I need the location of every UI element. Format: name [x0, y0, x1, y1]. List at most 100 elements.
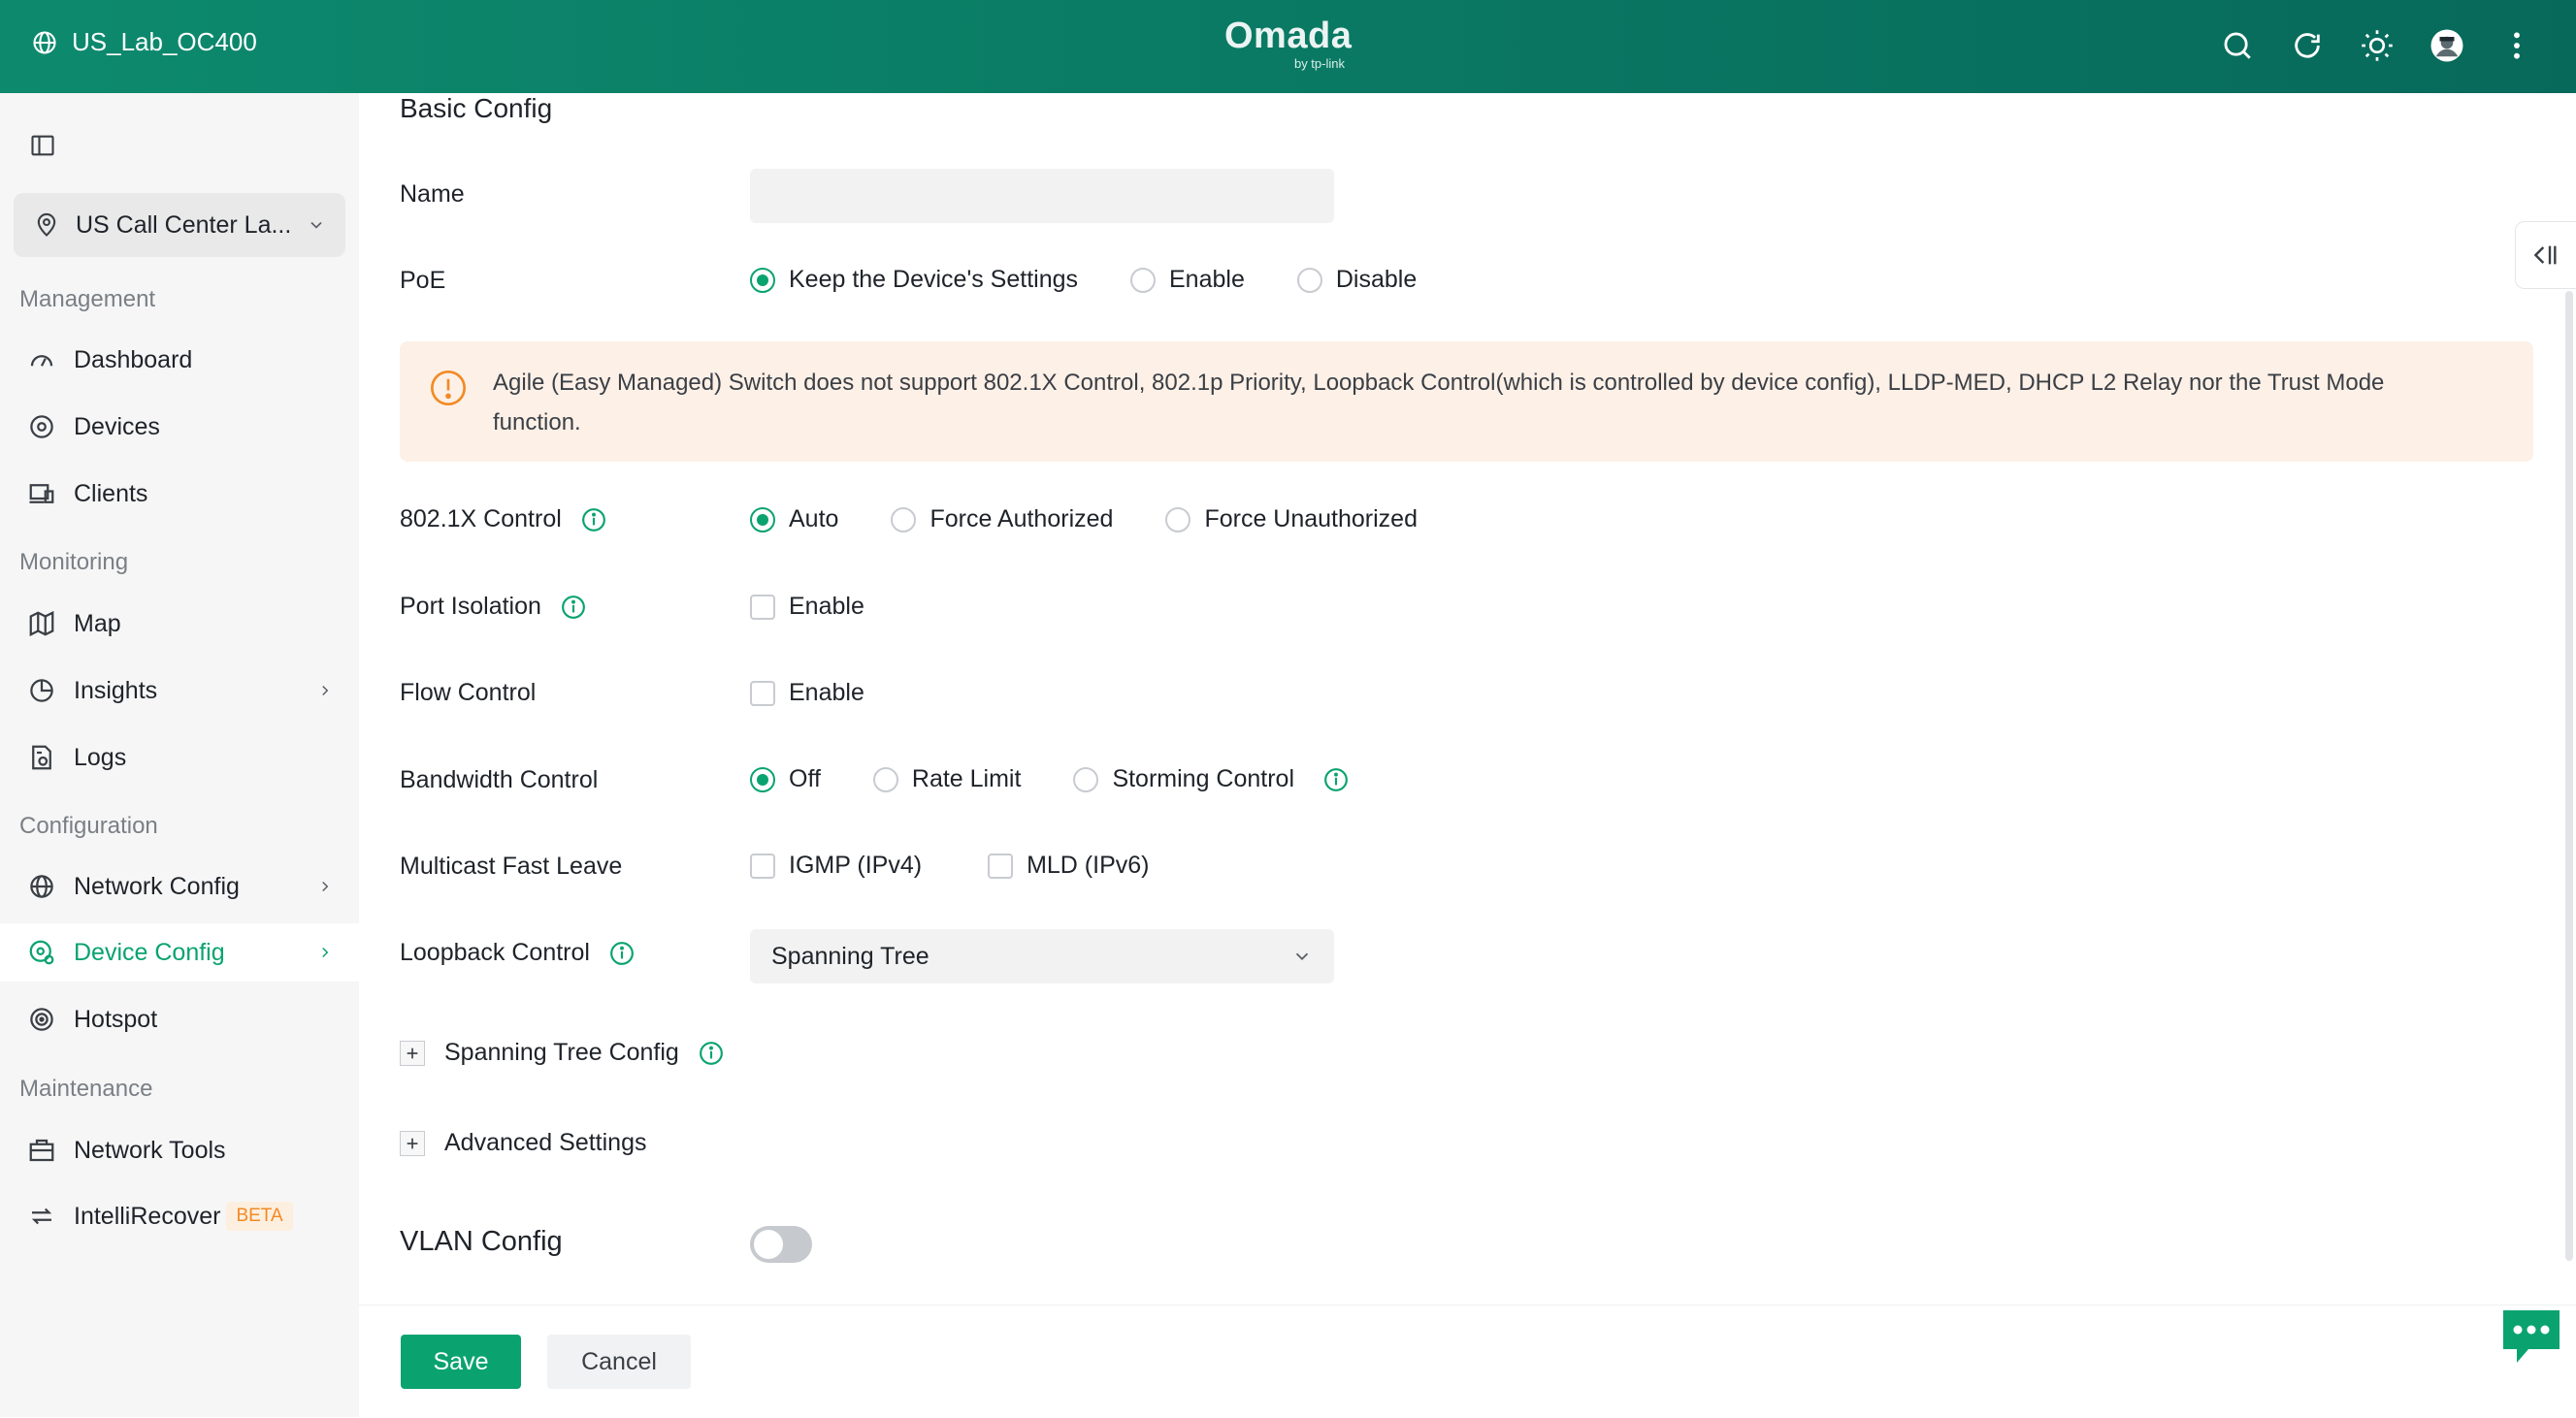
checkbox[interactable]: [750, 594, 775, 620]
checkbox[interactable]: [750, 853, 775, 879]
info-icon[interactable]: [561, 595, 586, 620]
vlan-config-toggle[interactable]: [750, 1226, 812, 1263]
sidebar-item-logs[interactable]: Logs: [0, 728, 359, 787]
dot1x-option-force-unauthorized[interactable]: Force Unauthorized: [1165, 505, 1418, 533]
radio[interactable]: [1130, 267, 1156, 293]
loopback-select[interactable]: Spanning Tree: [750, 929, 1334, 983]
sidebar-item-label: IntelliRecover: [74, 1202, 221, 1230]
multicast-igmp[interactable]: IGMP (IPv4): [750, 852, 922, 880]
refresh-icon[interactable]: [2287, 25, 2328, 66]
more-vertical-icon[interactable]: [2496, 25, 2537, 66]
name-input[interactable]: [750, 169, 1334, 223]
sidebar-item-network-config[interactable]: Network Config: [0, 857, 359, 916]
plus-icon[interactable]: [400, 1040, 425, 1066]
info-icon[interactable]: [1323, 767, 1349, 792]
sidebar-item-map[interactable]: Map: [0, 595, 359, 653]
brand-sub: by tp-link: [1293, 56, 1345, 71]
radio-selected[interactable]: [750, 766, 775, 792]
alert-text: Agile (Easy Managed) Switch does not sup…: [493, 370, 2385, 435]
chevron-right-icon: [322, 685, 329, 696]
logs-icon: [32, 745, 51, 770]
multicast-label: Multicast Fast Leave: [400, 853, 622, 881]
vlan-config-title: VLAN Config: [400, 1226, 563, 1257]
sidebar-item-label: Clients: [74, 479, 148, 507]
sidebar-item-intellirecover[interactable]: IntelliRecover BETA: [0, 1187, 359, 1245]
sidebar-item-label: Network Config: [74, 872, 240, 900]
sidebar-item-insights[interactable]: Insights: [0, 661, 359, 720]
option-label: Auto: [789, 505, 839, 532]
flow-control-enable[interactable]: Enable: [750, 679, 864, 707]
scrollbar[interactable]: [2565, 291, 2573, 1261]
cancel-button[interactable]: Cancel: [547, 1335, 691, 1389]
chat-bubble-icon: [2503, 1310, 2560, 1363]
chevron-down-icon: [1295, 952, 1309, 961]
poe-options: Keep the Device's Settings Enable Disabl…: [750, 266, 1417, 294]
save-button[interactable]: Save: [401, 1335, 521, 1389]
radio[interactable]: [891, 506, 917, 532]
option-label: Enable: [789, 679, 864, 706]
radio[interactable]: [1296, 267, 1322, 293]
sidebar-item-label: Insights: [74, 676, 158, 704]
expander-label: Advanced Settings: [444, 1129, 647, 1156]
sidebar: US Call Center La... Management Dashboar…: [0, 93, 359, 1417]
site-name: US_Lab_OC400: [72, 27, 257, 56]
chat-support-button[interactable]: [2499, 1306, 2563, 1367]
site-selector[interactable]: US Call Center La...: [14, 193, 345, 257]
sidebar-item-clients[interactable]: Clients: [0, 465, 359, 523]
advanced-settings-expander[interactable]: Advanced Settings: [400, 1129, 646, 1157]
dot1x-option-force-authorized[interactable]: Force Authorized: [891, 505, 1113, 533]
sidebar-item-hotspot[interactable]: Hotspot: [0, 990, 359, 1048]
dashboard-gauge-icon: [30, 355, 53, 367]
site-title[interactable]: US_Lab_OC400: [31, 27, 257, 57]
sidebar-item-label: Dashboard: [74, 345, 193, 373]
option-label: Enable: [789, 593, 864, 620]
avatar[interactable]: [2427, 25, 2467, 66]
poe-option-keep[interactable]: Keep the Device's Settings: [750, 266, 1078, 294]
poe-option-disable[interactable]: Disable: [1296, 266, 1418, 294]
poe-option-enable[interactable]: Enable: [1130, 266, 1245, 294]
multicast-mld[interactable]: MLD (IPv6): [988, 852, 1149, 880]
section-title: Basic Config: [400, 93, 553, 123]
option-label: Disable: [1335, 266, 1418, 293]
bandwidth-label-text: Bandwidth Control: [400, 766, 599, 793]
bandwidth-label: Bandwidth Control: [400, 766, 598, 794]
option-label: Enable: [1169, 266, 1245, 293]
bandwidth-option-rate-limit[interactable]: Rate Limit: [872, 765, 1022, 793]
checkbox[interactable]: [750, 680, 775, 706]
checkbox[interactable]: [988, 853, 1014, 879]
dot1x-option-auto[interactable]: Auto: [750, 505, 838, 533]
bandwidth-option-storming-control[interactable]: Storming Control: [1073, 765, 1349, 793]
radio[interactable]: [872, 766, 898, 792]
form-footer: Save Cancel: [359, 1305, 2576, 1418]
theme-sun-icon[interactable]: [2357, 25, 2397, 66]
sidebar-collapse-icon[interactable]: [25, 128, 60, 163]
plus-icon[interactable]: [400, 1130, 425, 1156]
bandwidth-option-off[interactable]: Off: [750, 765, 821, 793]
spanning-tree-config-expander[interactable]: Spanning Tree Config: [400, 1039, 724, 1067]
info-icon[interactable]: [609, 941, 635, 966]
poe-label-text: PoE: [400, 267, 446, 294]
search-icon[interactable]: [2217, 25, 2258, 66]
option-label: Off: [789, 765, 821, 792]
radio[interactable]: [1165, 506, 1191, 532]
info-icon[interactable]: [581, 507, 606, 532]
chevron-down-icon: [310, 221, 322, 229]
option-label: Storming Control: [1112, 765, 1295, 792]
option-label: Force Authorized: [929, 505, 1114, 532]
option-label: Rate Limit: [911, 765, 1022, 792]
info-icon[interactable]: [699, 1041, 724, 1066]
radio[interactable]: [1073, 766, 1099, 792]
radio-selected[interactable]: [750, 267, 775, 293]
sidebar-item-dashboard[interactable]: Dashboard: [0, 331, 359, 389]
sidebar-item-label: Map: [74, 609, 121, 637]
loopback-select-value: Spanning Tree: [771, 942, 929, 970]
sidebar-item-device-config[interactable]: Device Config: [0, 923, 359, 982]
top-bar: US_Lab_OC400 Omada by tp-link: [0, 0, 2576, 93]
radio-selected[interactable]: [750, 506, 775, 532]
port-isolation-enable[interactable]: Enable: [750, 593, 864, 621]
option-label: MLD (IPv6): [1027, 852, 1150, 879]
sidebar-item-network-tools[interactable]: Network Tools: [0, 1121, 359, 1179]
brand-name: Omada: [1224, 16, 1353, 56]
side-panel-toggle[interactable]: [2515, 221, 2576, 289]
sidebar-item-devices[interactable]: Devices: [0, 398, 359, 456]
